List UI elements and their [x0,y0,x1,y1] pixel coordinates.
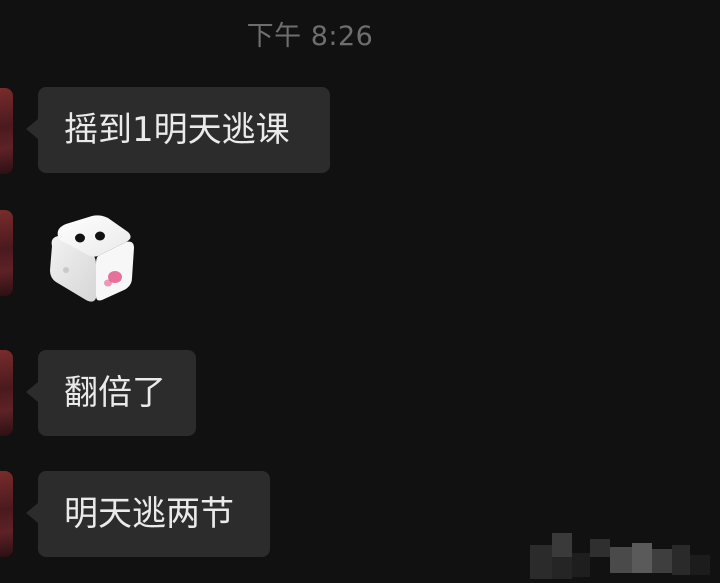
dice-icon[interactable] [46,212,136,304]
message-bubble[interactable]: 摇到1明天逃课 [26,87,330,173]
avatar[interactable] [0,210,13,296]
avatar[interactable] [0,88,13,174]
avatar[interactable] [0,350,13,436]
timestamp: 下午 8:26 [246,21,374,52]
message-bubble[interactable]: 翻倍了 [26,350,196,436]
pixelated-watermark [520,525,720,583]
message-bubble[interactable]: 明天逃两节 [26,471,270,557]
avatar[interactable] [0,471,13,557]
